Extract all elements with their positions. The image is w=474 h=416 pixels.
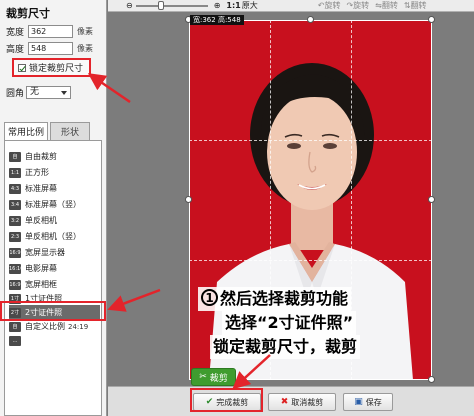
ratio-item-label: 自由裁剪: [25, 152, 57, 161]
bottom-bar: ✔ 完成裁剪 ✖ 取消裁剪 ▣ 保存: [108, 386, 474, 416]
close-icon: ✖: [280, 397, 289, 407]
flip-horizontal-label: 翻转: [381, 1, 398, 10]
zoom-out-icon[interactable]: ⊖: [126, 1, 133, 10]
zoom-1to1-button[interactable]: 1:1: [226, 1, 240, 10]
ratio-item-standard[interactable]: 4:3 标准屏幕: [9, 181, 100, 196]
crop-handle-top-right[interactable]: [428, 16, 435, 23]
crop-handle-bottom-right[interactable]: [428, 376, 435, 383]
ratio-item-square[interactable]: 1:1 正方形: [9, 165, 100, 180]
ratio-list: 自 自由裁剪 1:1 正方形 4:3 标准屏幕 3:4 标准屏幕（竖） 3:2 …: [4, 140, 102, 416]
ratio-item-label: 宽屏相框: [25, 280, 57, 289]
lock-crop-size-label: 锁定裁剪尺寸: [29, 64, 84, 74]
zoom-slider-knob[interactable]: [157, 0, 164, 10]
crop-dimension-label: 宽:362 高:548: [190, 15, 244, 25]
ratio-item-label: 电影屏幕: [25, 264, 57, 273]
monitor-ratio-icon: 16:9: [9, 247, 21, 258]
caption-text-1: 然后选择裁剪功能: [220, 289, 349, 308]
height-unit: 像素: [77, 43, 93, 53]
ratio-item-dslr[interactable]: 3:2 单反相机: [9, 213, 100, 228]
width-row: 宽度 362 像素: [6, 24, 93, 38]
save-button[interactable]: ▣ 保存: [343, 393, 393, 411]
rotate-left-button[interactable]: ↶旋转: [318, 0, 341, 11]
caption-line-1: 1 然后选择裁剪功能: [198, 287, 352, 311]
flip-horizontal-icon: ⇋: [375, 1, 382, 10]
arrow-to-2inch: [107, 288, 161, 312]
ratio-item-label: 单反相机（竖）: [25, 232, 81, 241]
flip-vertical-label: 翻转: [410, 1, 427, 10]
ratio-item-movie-screen[interactable]: 16:10 电影屏幕: [9, 261, 100, 276]
rotate-right-button[interactable]: ↷旋转: [346, 0, 369, 11]
custom-ratio-value: 24:19: [68, 322, 89, 331]
grid-line: [189, 140, 432, 141]
rotate-left-label: 旋转: [324, 1, 341, 10]
step-number: 1: [201, 289, 218, 306]
lock-crop-size-checkbox[interactable]: 锁定裁剪尺寸: [12, 58, 91, 77]
crop-handle-top[interactable]: [307, 16, 314, 23]
highlight-box-finish: [190, 388, 263, 412]
crop-button-label: 裁剪: [209, 373, 228, 384]
custom-ratio-icon: 自: [9, 321, 21, 332]
camera-ratio-icon: 3:2: [9, 215, 21, 226]
ratio-item-label: 自定义比例: [25, 322, 65, 331]
ratio-item-widescreen-monitor[interactable]: 16:9 宽屏显示器: [9, 245, 100, 260]
crop-handle-left[interactable]: [185, 196, 192, 203]
free-crop-icon: 自: [9, 151, 21, 162]
more-ratio-icon: …: [9, 335, 21, 346]
ratio-item-standard-vertical[interactable]: 3:4 标准屏幕（竖）: [9, 197, 100, 212]
grid-line: [189, 260, 432, 261]
width-label: 宽度: [6, 27, 25, 38]
rotate-right-label: 旋转: [353, 1, 370, 10]
corner-radius-select[interactable]: 无: [26, 86, 71, 99]
frame-ratio-icon: 16:9: [9, 279, 21, 290]
screen-ratio-icon: 4:3: [9, 183, 21, 194]
ratio-item-label: 标准屏幕（竖）: [25, 200, 81, 209]
zoom-in-icon[interactable]: ⊕: [214, 1, 221, 10]
caption-line-3: 锁定裁剪尺寸，裁剪: [210, 335, 361, 359]
flip-vertical-icon: ⇅: [403, 1, 411, 10]
flip-vertical-button[interactable]: ⇅翻转: [404, 0, 427, 11]
width-input[interactable]: 362: [28, 24, 73, 38]
ratio-item-dslr-vertical[interactable]: 2:3 单反相机（竖）: [9, 229, 100, 244]
ratio-item-custom[interactable]: 自 自定义比例 24:19: [9, 319, 100, 334]
save-icon: ▣: [354, 397, 363, 407]
ratio-item-label: 单反相机: [25, 216, 57, 225]
cancel-crop-label: 取消裁剪: [291, 397, 324, 407]
caption-line-2: 选择“2寸证件照”: [222, 311, 357, 335]
crop-button[interactable]: ✂ 裁剪: [191, 368, 236, 386]
toolbar: ⊖ ⊕ 1:1 原大 ↶旋转 ↷旋转 ⇋翻转 ⇅翻转: [108, 0, 474, 12]
cancel-crop-button[interactable]: ✖ 取消裁剪: [268, 393, 336, 411]
ratio-item-label: 标准屏幕: [25, 184, 57, 193]
highlight-box-2inch: [0, 301, 106, 321]
screen-ratio-icon: 3:4: [9, 199, 21, 210]
ratio-item-label: 正方形: [25, 168, 49, 177]
chevron-down-icon: [61, 91, 67, 95]
width-unit: 像素: [77, 26, 93, 36]
checkbox-checked-icon: [18, 63, 26, 72]
height-row: 高度 548 像素: [6, 41, 93, 55]
original-size-button[interactable]: 原大: [242, 0, 258, 11]
corner-radius-row: 圆角 无: [6, 86, 71, 99]
crop-handle-right[interactable]: [428, 196, 435, 203]
ratio-item-free[interactable]: 自 自由裁剪: [9, 149, 100, 164]
corner-radius-value: 无: [30, 87, 40, 97]
ratio-item-wide-frame[interactable]: 16:9 宽屏相框: [9, 277, 100, 292]
left-panel: 裁剪尺寸 宽度 362 像素 高度 548 像素 锁定裁剪尺寸 圆角 无 常用比…: [0, 0, 107, 416]
ratio-item-more[interactable]: …: [9, 333, 100, 348]
zoom-slider[interactable]: [135, 0, 208, 10]
square-ratio-icon: 1:1: [9, 167, 21, 178]
instruction-caption: 1 然后选择裁剪功能 选择“2寸证件照” 锁定裁剪尺寸，裁剪: [198, 287, 426, 359]
section-title: 裁剪尺寸: [6, 7, 50, 20]
flip-horizontal-button[interactable]: ⇋翻转: [375, 0, 398, 11]
ratio-item-label: 宽屏显示器: [25, 248, 65, 257]
height-label: 高度: [6, 44, 25, 55]
camera-ratio-icon: 2:3: [9, 231, 21, 242]
movie-ratio-icon: 16:10: [9, 263, 24, 274]
save-label: 保存: [365, 397, 382, 407]
scissors-icon: ✂: [199, 372, 207, 382]
ratio-tabs: 常用比例 形状: [4, 122, 102, 140]
tab-common-ratio[interactable]: 常用比例: [4, 122, 48, 140]
height-input[interactable]: 548: [28, 41, 73, 55]
tab-shape[interactable]: 形状: [50, 122, 90, 140]
corner-radius-label: 圆角: [6, 89, 25, 99]
